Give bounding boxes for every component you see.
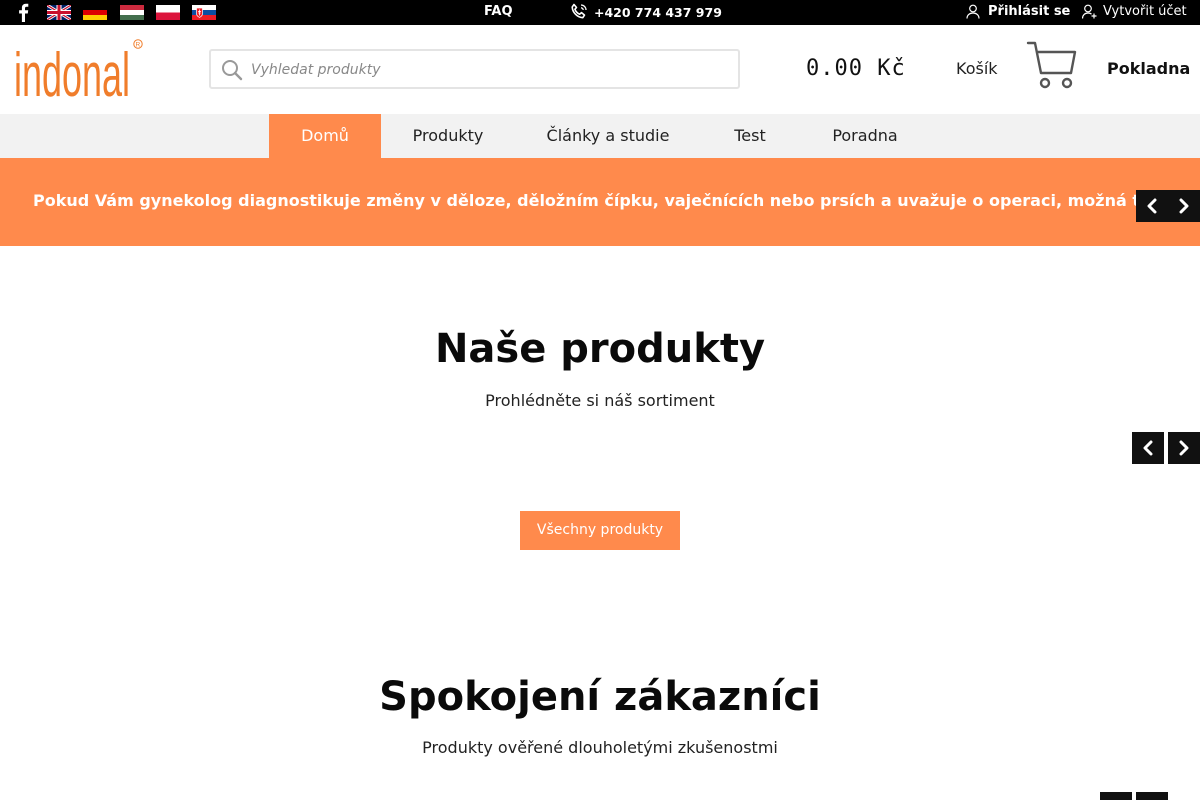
customers-heading: Spokojení zákazníci bbox=[379, 674, 821, 720]
cart-total[interactable]: 0.00 Kč bbox=[806, 56, 906, 81]
flag-de-icon[interactable] bbox=[83, 5, 107, 20]
chevron-right-icon bbox=[1179, 440, 1189, 456]
search-box[interactable] bbox=[209, 49, 740, 89]
phone-contact[interactable]: +420 774 437 979 bbox=[570, 3, 722, 21]
products-prev-button[interactable] bbox=[1132, 432, 1164, 464]
search-input[interactable] bbox=[251, 58, 721, 82]
flag-sk-icon[interactable] bbox=[192, 5, 216, 20]
customers-prev-button[interactable] bbox=[1100, 792, 1132, 800]
chevron-right-icon bbox=[1179, 198, 1189, 214]
add-user-icon bbox=[1082, 4, 1097, 19]
nav-item-test[interactable]: Test bbox=[718, 114, 782, 158]
nav-item-advice[interactable]: Poradna bbox=[815, 114, 915, 158]
search-icon[interactable] bbox=[221, 59, 243, 81]
register-link[interactable]: Vytvořit účet bbox=[1082, 4, 1187, 19]
svg-text:indonal: indonal bbox=[14, 41, 130, 102]
phone-icon bbox=[571, 3, 587, 19]
logo[interactable]: indonal R bbox=[14, 36, 146, 110]
customers-next-button[interactable] bbox=[1136, 792, 1168, 800]
user-icon bbox=[966, 4, 980, 19]
chevron-left-icon bbox=[1143, 440, 1153, 456]
login-label: Přihlásit se bbox=[988, 4, 1071, 19]
register-label: Vytvořit účet bbox=[1103, 4, 1187, 19]
banner-next-button[interactable] bbox=[1168, 190, 1200, 222]
products-heading: Naše produkty bbox=[434, 326, 766, 372]
flag-pl-icon[interactable] bbox=[156, 5, 180, 20]
svg-text:R: R bbox=[136, 42, 141, 49]
flag-uk-icon[interactable] bbox=[47, 5, 71, 20]
main-nav: Domů Produkty Články a studie Test Porad… bbox=[0, 114, 1200, 158]
all-products-button[interactable]: Všechny produkty bbox=[520, 511, 680, 550]
facebook-icon[interactable] bbox=[15, 3, 31, 22]
flag-hu-icon[interactable] bbox=[120, 5, 144, 20]
customers-subtitle: Produkty ověřené dlouholetými zkušenostm… bbox=[422, 738, 778, 757]
faq-link[interactable]: FAQ bbox=[484, 4, 513, 19]
announcement-banner: Pokud Vám gynekolog diagnostikuje změny … bbox=[0, 158, 1200, 246]
nav-item-home[interactable]: Domů bbox=[269, 114, 381, 158]
banner-text[interactable]: Pokud Vám gynekolog diagnostikuje změny … bbox=[33, 191, 1200, 210]
checkout-link[interactable]: Pokladna bbox=[1107, 59, 1190, 78]
nav-item-articles[interactable]: Články a studie bbox=[531, 114, 685, 158]
products-subtitle: Prohlédněte si náš sortiment bbox=[485, 391, 715, 410]
cart-icon[interactable] bbox=[1026, 40, 1078, 90]
cart-link[interactable]: Košík bbox=[956, 59, 998, 78]
login-link[interactable]: Přihlásit se bbox=[966, 4, 1070, 19]
nav-item-products[interactable]: Produkty bbox=[397, 114, 499, 158]
products-next-button[interactable] bbox=[1168, 432, 1200, 464]
chevron-left-icon bbox=[1147, 198, 1157, 214]
banner-prev-button[interactable] bbox=[1136, 190, 1168, 222]
top-bar: FAQ +420 774 437 979 Přihlásit se Vytvoř… bbox=[0, 0, 1200, 25]
phone-number: +420 774 437 979 bbox=[594, 4, 722, 20]
